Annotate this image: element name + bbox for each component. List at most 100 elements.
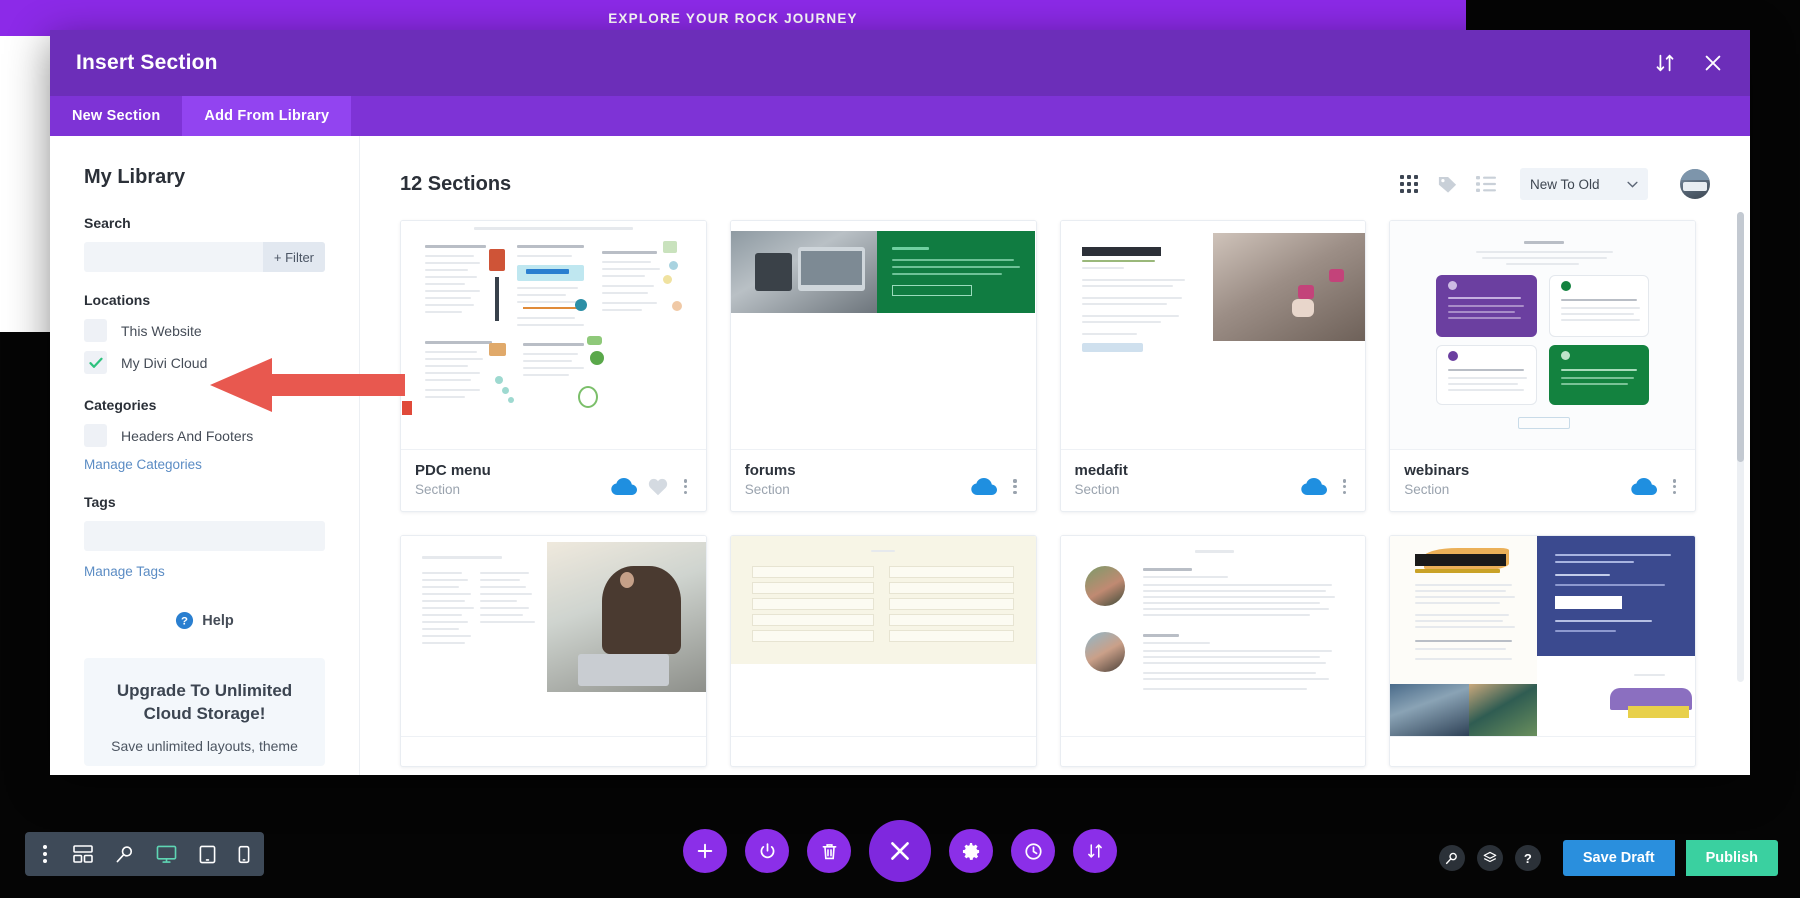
page-background: EXPLORE YOUR ROCK JOURNEY Insert Section… [0,0,1800,898]
library-card[interactable]: forums Section [729,220,1037,512]
locations-label: Locations [84,292,151,308]
checkbox-unchecked-icon [84,319,107,342]
grid-view-icon[interactable] [1399,174,1419,194]
tag-icon[interactable] [1437,174,1458,195]
layers-icon [1483,851,1497,863]
card-footer [1060,736,1366,766]
save-draft-button[interactable]: Save Draft [1562,840,1675,876]
help-button[interactable]: ? [1514,845,1541,871]
upgrade-promo-box[interactable]: Upgrade To Unlimited Cloud Storage! Save… [84,658,325,767]
library-sidebar: My Library Search + Filter Locations Thi… [50,136,360,775]
close-builder-button[interactable] [869,820,931,882]
wireframe-icon[interactable] [73,845,93,863]
svg-text:?: ? [181,616,188,628]
phone-icon[interactable] [238,845,250,864]
search-button[interactable] [1438,845,1465,871]
library-card[interactable]: PDC menu Section [400,220,707,512]
disable-builder-button[interactable] [745,829,789,873]
cloud-icon[interactable] [1631,477,1657,496]
checkbox-unchecked-icon [84,424,107,447]
avatar[interactable] [1680,169,1710,199]
insert-section-modal: Insert Section New Section Add From Libr… [50,30,1750,775]
library-card[interactable] [1059,535,1367,767]
card-menu-icon[interactable] [679,476,692,497]
card-thumbnail [1060,536,1366,736]
sort-button[interactable] [1073,829,1117,873]
content-scrollbar[interactable] [1737,212,1744,682]
list-view-icon[interactable] [1476,175,1496,193]
sort-arrows-icon[interactable] [1654,52,1676,74]
filter-button[interactable]: + Filter [262,242,325,272]
card-title: PDC menu [415,462,491,479]
upgrade-title: Upgrade To Unlimited Cloud Storage! [116,681,293,723]
library-card[interactable] [1389,535,1696,767]
card-thumbnail [1060,221,1366,449]
card-thumbnail [1390,536,1695,736]
card-title: medafit [1074,462,1128,479]
card-thumbnail [730,221,1036,449]
card-title: webinars [1404,462,1470,479]
vertical-dots-icon[interactable] [39,843,51,865]
card-menu-icon[interactable] [1668,476,1681,497]
desktop-icon[interactable] [156,845,177,864]
sections-count: 12 Sections [400,172,512,195]
add-button[interactable] [683,829,727,873]
location-checkbox-this-website[interactable]: This Website [84,319,325,342]
question-circle-icon: ? [176,611,194,630]
search-icon [1446,852,1458,864]
history-button[interactable] [1011,829,1055,873]
library-card[interactable] [729,535,1037,767]
page-title: Insert Section [76,51,218,74]
library-card[interactable] [400,535,707,767]
manage-categories-link[interactable]: Manage Categories [84,457,202,472]
card-thumbnail [401,536,706,736]
tab-add-from-library[interactable]: Add From Library [182,96,352,136]
settings-button[interactable] [949,829,993,873]
card-actions [610,476,692,497]
card-title: forums [744,462,796,479]
category-label-headers-and-footers: Headers And Footers [121,427,254,444]
library-card[interactable]: webinars Section [1389,220,1696,512]
search-label: Search [84,215,131,231]
heart-icon[interactable] [648,478,668,496]
chevron-down-icon [1627,181,1638,188]
cloud-icon[interactable] [1301,477,1328,496]
tags-field-wrap [84,521,325,551]
location-label-this-website: This Website [121,322,202,339]
help-icon: ? [1523,850,1532,866]
upgrade-subtitle: Save unlimited layouts, theme [111,737,298,754]
card-subtitle: Section [1074,482,1120,497]
modal-header-actions [1654,52,1724,74]
help-button[interactable]: ? Help [84,611,325,630]
sidebar-title: My Library [84,166,186,188]
site-tagline: EXPLORE YOUR ROCK JOURNEY [608,10,858,26]
card-menu-icon[interactable] [1008,476,1021,497]
sort-dropdown[interactable]: New To Old [1520,168,1648,200]
card-footer [401,736,706,766]
card-footer: forums Section [730,449,1036,511]
card-thumbnail [1390,221,1695,449]
cloud-icon[interactable] [971,477,998,496]
publish-button[interactable]: Publish [1685,840,1778,876]
checkmark-icon [84,351,107,374]
cloud-icon[interactable] [610,477,637,496]
location-checkbox-my-divi-cloud[interactable]: My Divi Cloud [84,351,325,374]
zoom-out-icon[interactable] [115,845,134,864]
library-content: 12 Sections New To Old PDC menu Section … [360,136,1750,775]
location-label-my-divi-cloud: My Divi Cloud [121,354,208,371]
manage-tags-link[interactable]: Manage Tags [84,564,165,579]
card-menu-icon[interactable] [1338,476,1351,497]
tablet-icon[interactable] [199,845,216,864]
trash-button[interactable] [807,829,851,873]
card-actions [1631,476,1681,497]
tab-new-section[interactable]: New Section [50,96,182,136]
help-label: Help [202,612,234,629]
modal-tabs: New Section Add From Library [50,96,1750,136]
category-checkbox-headers-and-footers[interactable]: Headers And Footers [84,424,325,447]
library-card[interactable]: medafit Section [1059,220,1367,512]
scrollbar-thumb[interactable] [1737,212,1744,462]
layers-button[interactable] [1476,845,1503,871]
tags-input[interactable] [84,521,325,551]
card-actions [971,476,1021,497]
close-icon[interactable] [1702,52,1724,74]
